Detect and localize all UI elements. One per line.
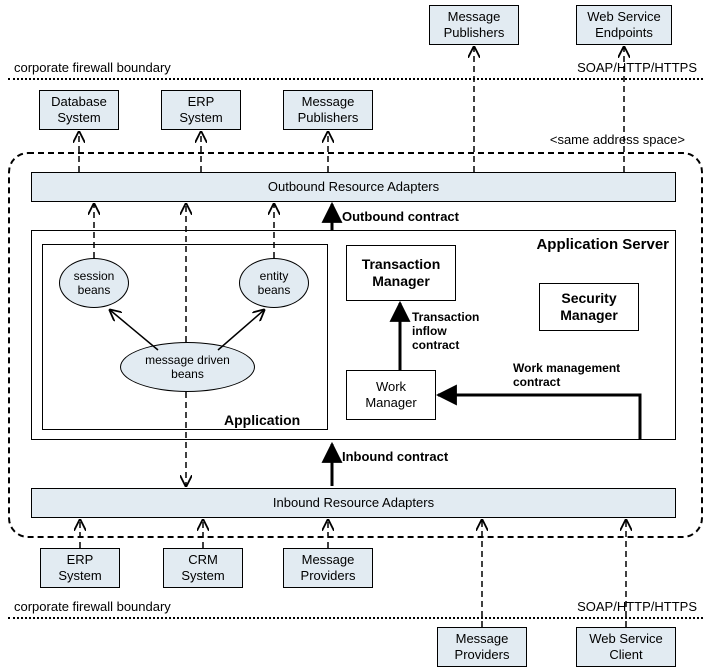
firewall-line-top — [8, 78, 703, 80]
label-firewall-bottom: corporate firewall boundary — [14, 599, 171, 614]
ellipse-session-beans: session beans — [59, 258, 129, 308]
box-message-providers-external-bottom: Message Providers — [437, 627, 527, 667]
ellipse-message-driven-beans: message driven beans — [120, 342, 255, 392]
label-outbound-contract: Outbound contract — [342, 209, 459, 224]
label-transaction-inflow-contract: Transaction inflow contract — [412, 310, 479, 352]
box-web-service-client: Web Service Client — [576, 627, 676, 667]
label-firewall-top: corporate firewall boundary — [14, 60, 171, 75]
box-inbound-resource-adapters: Inbound Resource Adapters — [31, 488, 676, 518]
box-message-providers-bottom: Message Providers — [283, 548, 373, 588]
ellipse-entity-beans: entity beans — [239, 258, 309, 308]
label-application: Application — [224, 412, 300, 428]
firewall-line-bottom — [8, 617, 703, 619]
box-work-manager: Work Manager — [346, 370, 436, 420]
box-database-system: Database System — [39, 90, 119, 130]
label-soap-top: SOAP/HTTP/HTTPS — [577, 60, 697, 75]
box-web-service-endpoints: Web Service Endpoints — [576, 5, 672, 45]
label-application-server: Application Server — [536, 236, 669, 253]
box-outbound-resource-adapters: Outbound Resource Adapters — [31, 172, 676, 202]
label-work-management-contract: Work management contract — [513, 361, 620, 389]
label-same-address-space: <same address space> — [550, 132, 685, 147]
box-message-publishers-top: Message Publishers — [283, 90, 373, 130]
box-message-publishers-external-top: Message Publishers — [429, 5, 519, 45]
box-crm-system: CRM System — [163, 548, 243, 588]
box-erp-system-top: ERP System — [161, 90, 241, 130]
box-erp-system-bottom: ERP System — [40, 548, 120, 588]
label-inbound-contract: Inbound contract — [342, 449, 448, 464]
label-soap-bottom: SOAP/HTTP/HTTPS — [577, 599, 697, 614]
box-security-manager: Security Manager — [539, 283, 639, 331]
box-transaction-manager: Transaction Manager — [346, 245, 456, 301]
